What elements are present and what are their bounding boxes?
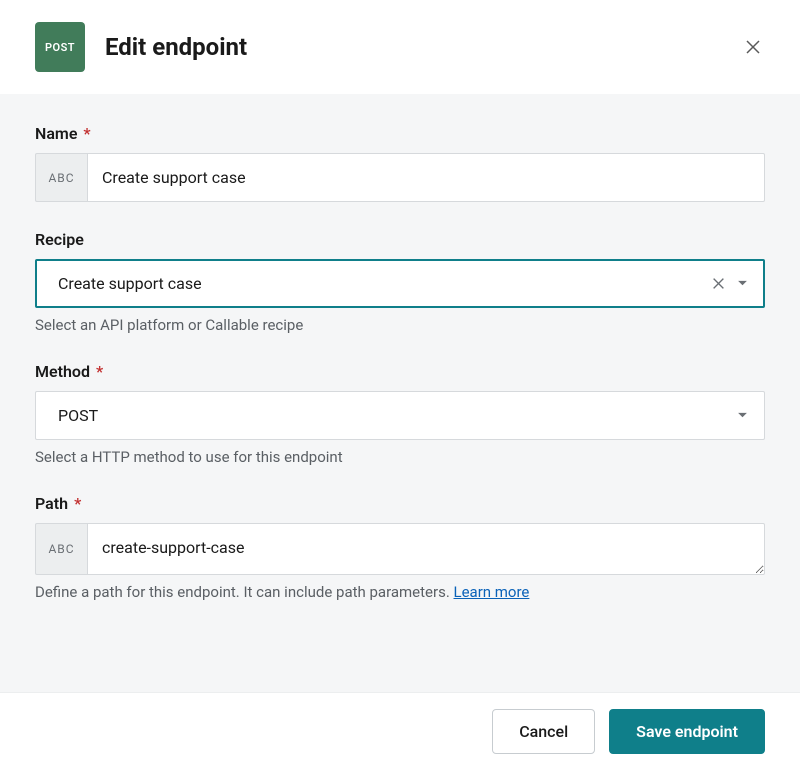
clear-icon	[712, 277, 725, 290]
path-label: Path *	[35, 494, 765, 513]
form-body: Name * ABC Recipe Create support case	[0, 94, 800, 692]
method-label-text: Method	[35, 362, 90, 381]
path-input[interactable]	[87, 523, 765, 575]
dialog-title: Edit endpoint	[105, 33, 247, 61]
recipe-select[interactable]: Create support case	[35, 259, 765, 308]
recipe-select-icons	[710, 275, 763, 292]
recipe-selected-value: Create support case	[37, 261, 710, 306]
save-endpoint-button[interactable]: Save endpoint	[609, 709, 765, 754]
close-button[interactable]	[741, 35, 765, 59]
recipe-caret[interactable]	[737, 280, 748, 287]
recipe-label: Recipe	[35, 230, 765, 249]
name-input[interactable]	[87, 153, 765, 202]
method-select[interactable]: POST	[35, 391, 765, 440]
dialog-header: POST Edit endpoint	[0, 0, 800, 94]
recipe-label-text: Recipe	[35, 230, 84, 249]
method-selected-value: POST	[36, 392, 737, 439]
chevron-down-icon	[737, 280, 748, 287]
method-select-icons	[737, 412, 764, 419]
recipe-helper-text: Select an API platform or Callable recip…	[35, 316, 765, 334]
learn-more-link[interactable]: Learn more	[454, 583, 530, 601]
required-star-icon: *	[83, 124, 90, 143]
header-left: POST Edit endpoint	[35, 22, 247, 72]
name-group: Name * ABC	[35, 124, 765, 202]
cancel-button[interactable]: Cancel	[492, 709, 595, 754]
text-type-indicator: ABC	[35, 153, 87, 202]
recipe-clear-button[interactable]	[710, 275, 727, 292]
name-input-row: ABC	[35, 153, 765, 202]
chevron-down-icon	[737, 412, 748, 419]
name-label: Name *	[35, 124, 765, 143]
method-badge: POST	[35, 22, 85, 72]
method-group: Method * POST Select a HTTP method to us…	[35, 362, 765, 466]
path-helper-text: Define a path for this endpoint. It can …	[35, 583, 765, 601]
path-input-row: ABC	[35, 523, 765, 575]
required-star-icon: *	[74, 494, 81, 513]
recipe-group: Recipe Create support case Select an API…	[35, 230, 765, 334]
method-caret[interactable]	[737, 412, 748, 419]
path-group: Path * ABC Define a path for this endpoi…	[35, 494, 765, 601]
required-star-icon: *	[96, 362, 103, 381]
method-helper-text: Select a HTTP method to use for this end…	[35, 448, 765, 466]
dialog-footer: Cancel Save endpoint	[0, 692, 800, 770]
path-helper-span: Define a path for this endpoint. It can …	[35, 583, 454, 601]
path-label-text: Path	[35, 494, 68, 513]
text-type-indicator: ABC	[35, 523, 87, 575]
close-icon	[745, 39, 761, 55]
method-label: Method *	[35, 362, 765, 381]
name-label-text: Name	[35, 124, 77, 143]
